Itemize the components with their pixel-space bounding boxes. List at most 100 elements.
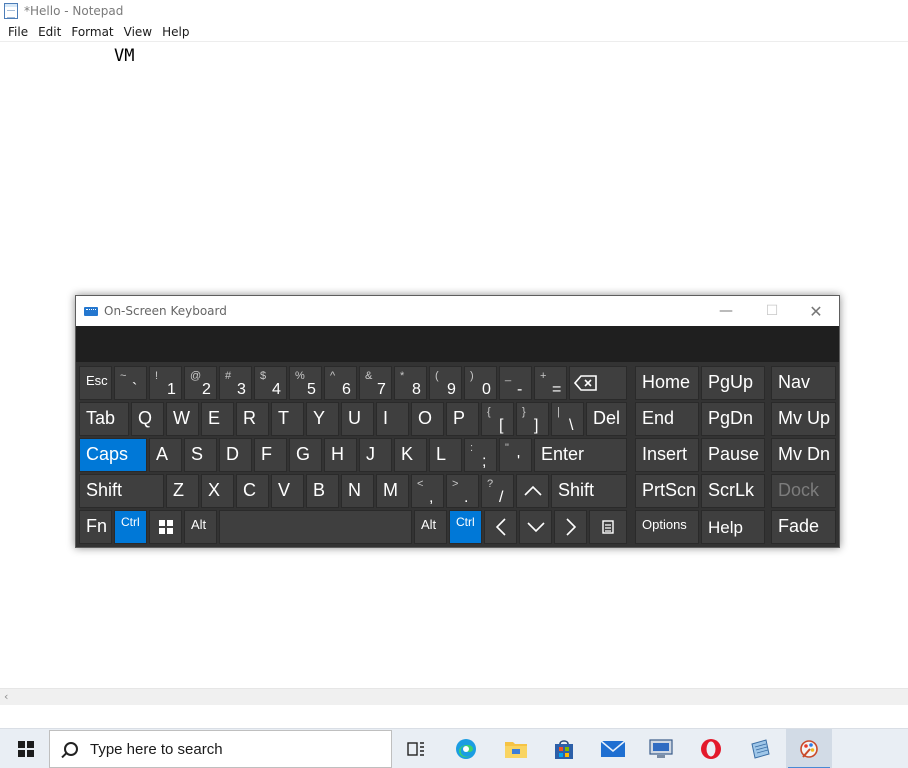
- key-o[interactable]: O: [411, 402, 444, 436]
- key-ctrl-left[interactable]: Ctrl: [114, 510, 147, 544]
- key-c[interactable]: C: [236, 474, 269, 508]
- key-tab[interactable]: Tab: [79, 402, 129, 436]
- key-dock[interactable]: Dock: [771, 474, 836, 508]
- microsoft-store-button[interactable]: [541, 729, 587, 768]
- key-8[interactable]: * 8: [394, 366, 427, 400]
- key-arrow-left[interactable]: [484, 510, 517, 544]
- key-minus[interactable]: _ -: [499, 366, 532, 400]
- key-n[interactable]: N: [341, 474, 374, 508]
- mail-button[interactable]: [590, 729, 636, 768]
- key-g[interactable]: G: [289, 438, 322, 472]
- notepad-text-area[interactable]: VM: [114, 46, 134, 66]
- key-pgdn[interactable]: PgDn: [701, 402, 765, 436]
- key-period[interactable]: >.: [446, 474, 479, 508]
- key-arrow-up[interactable]: [516, 474, 549, 508]
- key-enter[interactable]: Enter: [534, 438, 627, 472]
- key-quote[interactable]: " ': [499, 438, 532, 472]
- notepad-title-bar[interactable]: *Hello - Notepad: [0, 0, 908, 22]
- file-explorer-button[interactable]: [493, 729, 539, 768]
- key-space[interactable]: [219, 510, 412, 544]
- notepad-taskbar-button[interactable]: [737, 729, 783, 768]
- key-x[interactable]: X: [201, 474, 234, 508]
- key-right-bracket[interactable]: }]: [516, 402, 549, 436]
- key-esc[interactable]: Esc: [79, 366, 112, 400]
- key-nav[interactable]: Nav: [771, 366, 836, 400]
- key-j[interactable]: J: [359, 438, 392, 472]
- maximize-button[interactable]: ☐: [749, 296, 795, 326]
- key-z[interactable]: Z: [166, 474, 199, 508]
- menu-view[interactable]: View: [123, 25, 153, 39]
- key-0[interactable]: ) 0: [464, 366, 497, 400]
- key-5[interactable]: % 5: [289, 366, 322, 400]
- help-button[interactable]: Help: [701, 510, 765, 544]
- fade-button[interactable]: Fade: [771, 510, 836, 544]
- menu-format[interactable]: Format: [70, 25, 114, 39]
- key-ctrl-right[interactable]: Ctrl: [449, 510, 482, 544]
- key-mv-up[interactable]: Mv Up: [771, 402, 836, 436]
- key-equals[interactable]: + =: [534, 366, 567, 400]
- key-s[interactable]: S: [184, 438, 217, 472]
- key-k[interactable]: K: [394, 438, 427, 472]
- options-button[interactable]: Options: [635, 510, 699, 544]
- key-d[interactable]: D: [219, 438, 252, 472]
- key-slash[interactable]: ? /: [481, 474, 514, 508]
- menu-file[interactable]: File: [7, 25, 29, 39]
- menu-edit[interactable]: Edit: [37, 25, 62, 39]
- key-a[interactable]: A: [149, 438, 182, 472]
- key-i[interactable]: I: [376, 402, 409, 436]
- key-arrow-right[interactable]: [554, 510, 587, 544]
- key-2[interactable]: @2: [184, 366, 217, 400]
- key-home[interactable]: Home: [635, 366, 699, 400]
- key-l[interactable]: L: [429, 438, 462, 472]
- minimize-button[interactable]: —: [703, 296, 749, 326]
- key-q[interactable]: Q: [131, 402, 164, 436]
- key-h[interactable]: H: [324, 438, 357, 472]
- key-y[interactable]: Y: [306, 402, 339, 436]
- key-pgup[interactable]: PgUp: [701, 366, 765, 400]
- key-7[interactable]: & 7: [359, 366, 392, 400]
- key-9[interactable]: (9: [429, 366, 462, 400]
- key-del[interactable]: Del: [586, 402, 627, 436]
- key-shift-left[interactable]: Shift: [79, 474, 164, 508]
- remote-desktop-button[interactable]: [638, 729, 684, 768]
- key-w[interactable]: W: [166, 402, 199, 436]
- edge-button[interactable]: [443, 729, 489, 768]
- key-f[interactable]: F: [254, 438, 287, 472]
- key-prtscn[interactable]: PrtScn: [635, 474, 699, 508]
- key-b[interactable]: B: [306, 474, 339, 508]
- key-windows[interactable]: [149, 510, 182, 544]
- key-u[interactable]: U: [341, 402, 374, 436]
- key-m[interactable]: M: [376, 474, 409, 508]
- start-button[interactable]: [6, 729, 44, 768]
- key-alt-right[interactable]: Alt: [414, 510, 447, 544]
- key-semicolon[interactable]: :;: [464, 438, 497, 472]
- key-t[interactable]: T: [271, 402, 304, 436]
- menu-help[interactable]: Help: [161, 25, 190, 39]
- key-end[interactable]: End: [635, 402, 699, 436]
- key-comma[interactable]: <,: [411, 474, 444, 508]
- key-6[interactable]: ^ 6: [324, 366, 357, 400]
- paint-taskbar-button[interactable]: [786, 729, 832, 768]
- key-3[interactable]: #3: [219, 366, 252, 400]
- key-insert[interactable]: Insert: [635, 438, 699, 472]
- opera-button[interactable]: [688, 729, 734, 768]
- key-pause[interactable]: Pause: [701, 438, 765, 472]
- horizontal-scrollbar[interactable]: ‹: [0, 688, 908, 705]
- task-view-button[interactable]: [393, 729, 439, 768]
- key-arrow-down[interactable]: [519, 510, 552, 544]
- key-r[interactable]: R: [236, 402, 269, 436]
- key-tilde[interactable]: ~ `: [114, 366, 147, 400]
- key-backslash[interactable]: | \: [551, 402, 584, 436]
- scroll-left-arrow-icon[interactable]: ‹: [4, 690, 8, 703]
- key-p[interactable]: P: [446, 402, 479, 436]
- key-e[interactable]: E: [201, 402, 234, 436]
- key-mv-dn[interactable]: Mv Dn: [771, 438, 836, 472]
- key-left-bracket[interactable]: {[: [481, 402, 514, 436]
- close-button[interactable]: ✕: [793, 296, 839, 326]
- taskbar-search-box[interactable]: Type here to search: [49, 730, 392, 768]
- key-v[interactable]: V: [271, 474, 304, 508]
- key-4[interactable]: $4: [254, 366, 287, 400]
- key-shift-right[interactable]: Shift: [551, 474, 627, 508]
- key-scrlk[interactable]: ScrLk: [701, 474, 765, 508]
- key-caps[interactable]: Caps: [79, 438, 147, 472]
